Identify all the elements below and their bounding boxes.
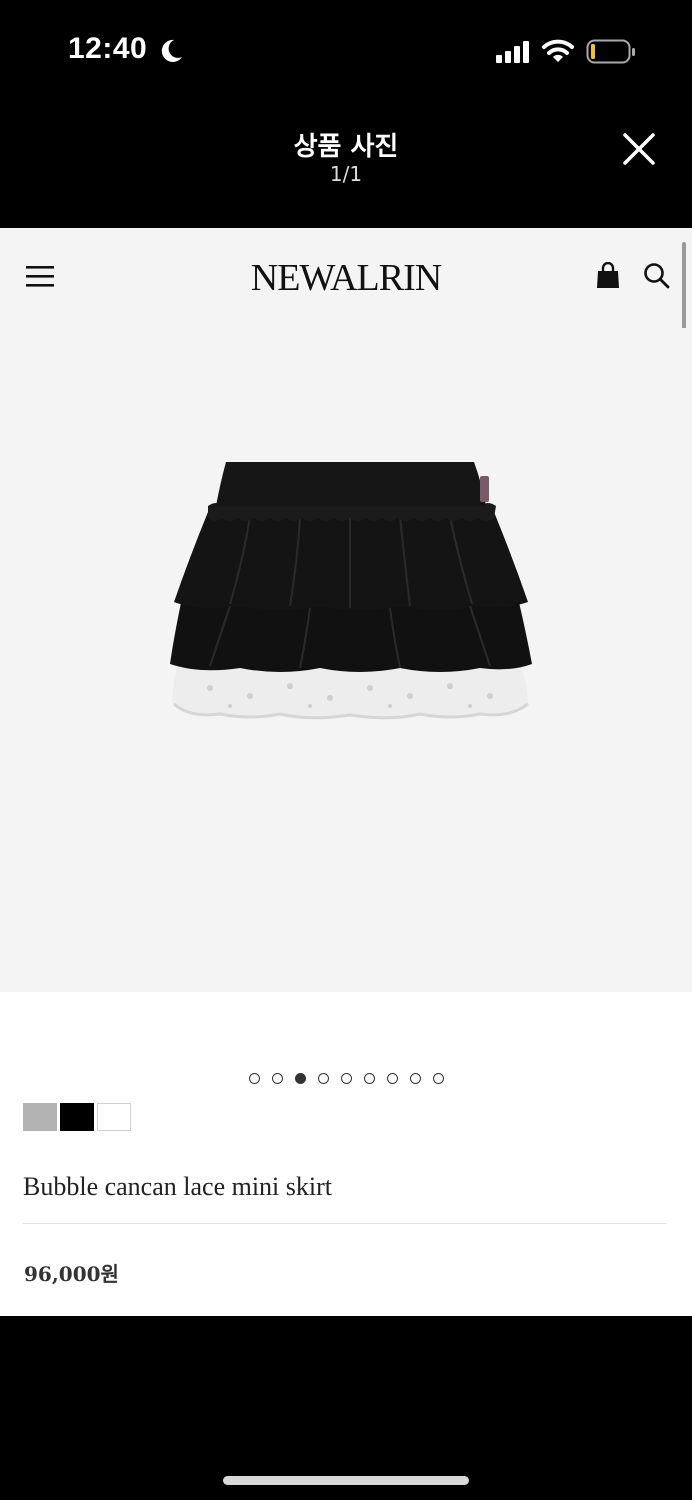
carousel-dot[interactable] bbox=[363, 1073, 375, 1085]
search-icon[interactable] bbox=[643, 262, 671, 290]
carousel-dot[interactable] bbox=[340, 1073, 352, 1085]
home-indicator[interactable] bbox=[223, 1476, 469, 1485]
carousel-dot[interactable] bbox=[248, 1073, 260, 1085]
photo-viewer-header: 상품 사진 1/1 bbox=[0, 100, 692, 228]
color-swatch[interactable] bbox=[23, 1103, 57, 1131]
skirt-photo bbox=[170, 462, 532, 720]
carousel-dot[interactable] bbox=[432, 1073, 444, 1085]
carousel-dot[interactable] bbox=[294, 1073, 306, 1085]
color-swatches bbox=[23, 1103, 134, 1131]
color-swatch[interactable] bbox=[97, 1103, 131, 1131]
scrollbar[interactable] bbox=[682, 242, 686, 330]
product-screenshot: NEWALRIN Bubble cancan lace mini skirt 9… bbox=[0, 228, 692, 1316]
brand-logo[interactable]: NEWALRIN bbox=[0, 256, 692, 300]
wifi-icon bbox=[542, 39, 574, 62]
carousel-dot[interactable] bbox=[271, 1073, 283, 1085]
product-name[interactable]: Bubble cancan lace mini skirt bbox=[23, 1172, 332, 1202]
clock: 12:40 bbox=[68, 32, 148, 65]
color-swatch[interactable] bbox=[60, 1103, 94, 1131]
carousel-dot[interactable] bbox=[386, 1073, 398, 1085]
status-bar: 12:40 bbox=[0, 0, 692, 100]
battery-icon bbox=[586, 39, 635, 64]
close-icon[interactable] bbox=[620, 130, 658, 168]
moon-icon bbox=[161, 39, 182, 62]
carousel-dots[interactable] bbox=[0, 1070, 692, 1090]
cellular-signal-icon bbox=[496, 41, 529, 63]
shopping-bag-icon[interactable] bbox=[596, 262, 620, 290]
product-price: 96,000원 bbox=[24, 1262, 119, 1286]
site-header: NEWALRIN bbox=[0, 228, 692, 330]
carousel-dot[interactable] bbox=[409, 1073, 421, 1085]
divider bbox=[23, 1223, 667, 1224]
photo-counter: 1/1 bbox=[329, 162, 363, 186]
carousel-dot[interactable] bbox=[317, 1073, 329, 1085]
product-image[interactable] bbox=[0, 328, 692, 992]
viewer-title: 상품 사진 bbox=[293, 132, 399, 162]
